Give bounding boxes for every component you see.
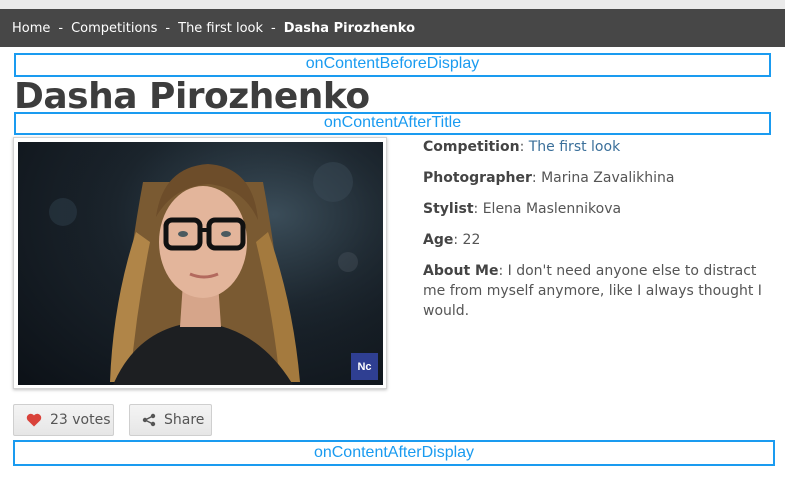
age-value: 22 [462, 232, 481, 248]
about-row: About Me: I don't need anyone else to di… [423, 263, 762, 319]
photographer-label: Photographer [423, 170, 532, 186]
breadcrumb-current: Dasha Pirozhenko [283, 20, 416, 36]
photographer-row: Photographer: Marina Zavalikhina [423, 170, 675, 186]
competition-label: Competition [423, 139, 520, 155]
vote-count-label: 23 votes [50, 412, 111, 428]
breadcrumb: Home - Competitions - The first look - D… [0, 9, 785, 47]
share-label: Share [164, 412, 205, 428]
heart-icon [26, 413, 42, 427]
about-label: About Me [423, 263, 499, 279]
hook-after-display: onContentAfterDisplay [13, 440, 775, 466]
age-label: Age [423, 232, 454, 248]
contestant-photo-frame[interactable]: Nc [13, 137, 387, 389]
breadcrumb-competitions-link[interactable]: Competitions [71, 21, 157, 36]
stylist-label: Stylist [423, 201, 474, 217]
share-button[interactable]: Share [129, 404, 212, 436]
competition-row: Competition: The first look [423, 139, 621, 155]
stylist-value: Elena Maslennikova [482, 201, 622, 217]
breadcrumb-separator: - [165, 20, 171, 36]
contestant-details: Competition: The first look Photographer… [423, 137, 778, 332]
contestant-photo[interactable]: Nc [18, 142, 383, 385]
top-strip [0, 0, 785, 9]
breadcrumb-separator: - [271, 20, 276, 36]
vote-button[interactable]: 23 votes [13, 404, 114, 436]
hook-after-title: onContentAfterTitle [14, 112, 771, 135]
photo-badge: Nc [351, 353, 378, 380]
stylist-row: Stylist: Elena Maslennikova [423, 201, 622, 217]
portrait-illustration [18, 142, 383, 385]
breadcrumb-first-look-link[interactable]: The first look [178, 21, 263, 36]
competition-link[interactable]: The first look [529, 139, 620, 155]
photographer-value: Marina Zavalikhina [541, 170, 675, 186]
breadcrumb-separator: - [58, 20, 64, 36]
age-row: Age: 22 [423, 232, 481, 248]
breadcrumb-home-link[interactable]: Home [12, 21, 50, 36]
share-icon [142, 413, 156, 427]
